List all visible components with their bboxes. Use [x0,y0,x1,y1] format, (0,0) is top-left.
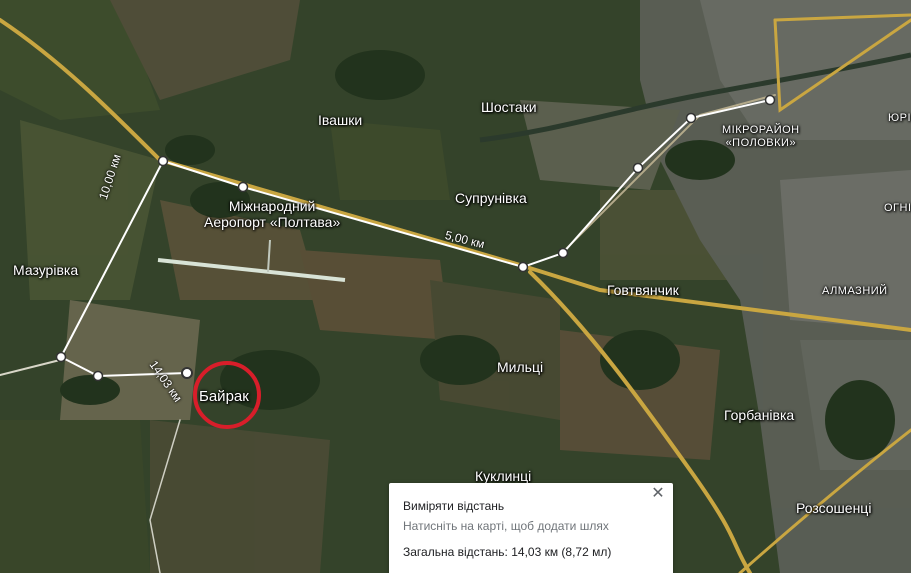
place-myltsi: Мильці [497,359,544,375]
measure-point[interactable] [557,247,569,259]
measure-point[interactable] [517,261,529,273]
panel-title: Виміряти відстань [403,499,505,513]
measure-distance-panel: Виміряти відстань Натисніть на карті, що… [389,483,673,573]
place-suprunivka: Супрунівка [455,190,527,206]
place-ohni: ОГНІ [884,202,911,214]
measure-point[interactable] [685,112,697,124]
place-bairak: Байрак [199,388,249,405]
place-hovtvianchyk: Говтвянчик [607,282,679,298]
measure-point[interactable] [92,370,104,382]
place-yuri: ЮРІ [888,112,911,124]
place-kuklyntsi: Куклинці [475,468,532,484]
panel-total-distance: Загальна відстань: 14,03 км (8,72 мл) [403,545,612,559]
measure-point[interactable] [764,94,776,106]
measure-point[interactable] [632,162,644,174]
measure-point[interactable] [157,155,169,167]
place-rozsoshentsi: Розсошенці [796,500,872,516]
place-mazurivka: Мазурівка [13,262,79,278]
place-mikroraion-polovky: МІКРОРАЙОН «ПОЛОВКИ» [722,124,800,149]
place-shostaky: Шостаки [481,99,537,115]
place-almaznyi: АЛМАЗНИЙ [822,285,888,297]
place-ivashky: Івашки [318,112,363,128]
place-airport: Міжнародний Аеропорт «Полтава» [204,198,341,230]
place-horbanivka: Горбанівка [724,407,795,423]
close-icon[interactable]: ✕ [649,485,667,503]
measure-point[interactable] [181,367,193,379]
measure-point[interactable] [55,351,67,363]
panel-hint: Натисніть на карті, щоб додати шлях [403,519,609,533]
measure-point[interactable] [237,181,249,193]
